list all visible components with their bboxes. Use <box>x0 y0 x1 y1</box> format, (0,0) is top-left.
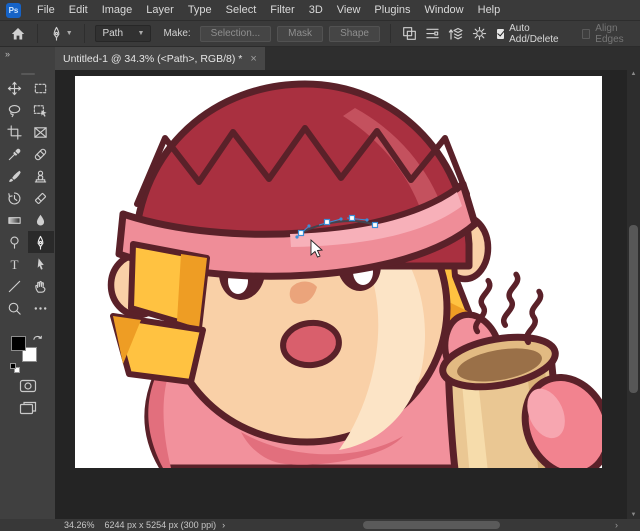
color-swatches <box>10 329 46 373</box>
gear-icon[interactable] <box>468 26 491 41</box>
align-edges-checkbox[interactable]: Align Edges <box>582 23 634 45</box>
tool-mode-select[interactable]: Path ▼ <box>95 25 151 42</box>
chevron-down-icon: ▼ <box>66 30 73 37</box>
checkbox-checked-icon <box>497 29 504 39</box>
foreground-color-swatch[interactable] <box>11 336 26 351</box>
menu-file[interactable]: File <box>30 0 62 20</box>
path-arrangement-icon[interactable] <box>444 26 468 42</box>
history-brush-tool[interactable] <box>2 187 28 209</box>
zoom-level-field[interactable]: 34.26% <box>64 520 95 530</box>
gradient-tool[interactable] <box>2 209 28 231</box>
screen-mode-button[interactable] <box>15 399 41 417</box>
panel-grip[interactable] <box>21 73 35 75</box>
path-selection-tool[interactable] <box>28 253 54 275</box>
object-selection-tool[interactable] <box>28 99 54 121</box>
edit-toolbar-button[interactable] <box>28 297 54 319</box>
menu-filter[interactable]: Filter <box>263 0 301 20</box>
make-label: Make: <box>163 28 190 39</box>
quick-mask-button[interactable] <box>15 377 41 395</box>
move-tool[interactable] <box>2 77 28 99</box>
path-operations-icon[interactable] <box>398 26 421 41</box>
dodge-tool[interactable] <box>2 231 28 253</box>
status-chevron-icon[interactable]: › <box>222 520 225 530</box>
menu-layer[interactable]: Layer <box>139 0 181 20</box>
menu-3d[interactable]: 3D <box>302 0 330 20</box>
tools-panel-header[interactable]: » <box>0 47 55 70</box>
spot-healing-brush-tool[interactable] <box>28 143 54 165</box>
document-info: 6244 px x 5254 px (300 ppi) <box>105 520 217 530</box>
menu-bar: Ps File Edit Image Layer Type Select Fil… <box>0 0 640 20</box>
vertical-scrollbar-thumb[interactable] <box>629 225 638 393</box>
checkbox-unchecked-icon <box>582 29 590 39</box>
path-alignment-icon[interactable] <box>421 26 444 41</box>
rectangular-marquee-tool[interactable] <box>28 77 54 99</box>
eraser-tool[interactable] <box>28 187 54 209</box>
tool-options-bar: ▼ Path ▼ Make: Selection... Mask Shape A… <box>0 20 640 47</box>
chevron-down-icon: ▼ <box>138 30 145 37</box>
tools-panel: T <box>0 70 55 519</box>
type-tool[interactable]: T <box>2 253 28 275</box>
scroll-down-icon[interactable]: ▼ <box>627 512 640 518</box>
auto-add-delete-label: Auto Add/Delete <box>509 23 562 45</box>
zoom-tool[interactable] <box>2 297 28 319</box>
document-tab-title: Untitled-1 @ 34.3% (<Path>, RGB/8) * <box>63 53 242 65</box>
menu-window[interactable]: Window <box>418 0 471 20</box>
crop-tool[interactable] <box>2 121 28 143</box>
make-selection-button[interactable]: Selection... <box>200 26 271 42</box>
svg-text:T: T <box>10 257 18 272</box>
menu-select[interactable]: Select <box>219 0 264 20</box>
photoshop-logo[interactable]: Ps <box>6 3 21 18</box>
document-tab[interactable]: Untitled-1 @ 34.3% (<Path>, RGB/8) * × <box>55 47 265 70</box>
menu-image[interactable]: Image <box>95 0 140 20</box>
make-shape-button[interactable]: Shape <box>329 26 380 42</box>
brush-tool[interactable] <box>2 165 28 187</box>
align-edges-label: Align Edges <box>595 23 634 45</box>
eyedropper-tool[interactable] <box>2 143 28 165</box>
scroll-up-icon[interactable]: ▲ <box>627 71 640 77</box>
workspace: T <box>0 70 640 519</box>
pen-tool-preset-icon[interactable]: ▼ <box>45 26 77 41</box>
swap-colors-icon[interactable] <box>32 329 43 347</box>
vertical-scrollbar[interactable]: ▲ ▼ <box>627 70 640 519</box>
pen-tool[interactable] <box>28 231 54 253</box>
horizontal-scrollbar-thumb[interactable] <box>363 521 500 529</box>
clone-stamp-tool[interactable] <box>28 165 54 187</box>
collapse-panel-icon[interactable]: » <box>5 49 10 59</box>
canvas-pasteboard: ▲ ▼ <box>55 70 640 519</box>
menu-plugins[interactable]: Plugins <box>367 0 417 20</box>
corner-chevron-icon[interactable]: › <box>615 519 618 531</box>
menu-help[interactable]: Help <box>471 0 508 20</box>
line-tool[interactable] <box>2 275 28 297</box>
home-icon[interactable] <box>6 26 30 42</box>
auto-add-delete-checkbox[interactable]: Auto Add/Delete <box>497 23 563 45</box>
lasso-tool[interactable] <box>2 99 28 121</box>
hand-tool[interactable] <box>28 275 54 297</box>
document-canvas[interactable] <box>75 76 602 468</box>
document-tab-bar: » Untitled-1 @ 34.3% (<Path>, RGB/8) * × <box>0 47 640 70</box>
make-mask-button[interactable]: Mask <box>277 26 323 42</box>
menu-view[interactable]: View <box>330 0 368 20</box>
blur-tool[interactable] <box>28 209 54 231</box>
artwork-chibi-girl <box>75 76 602 468</box>
default-colors-icon[interactable] <box>10 363 20 373</box>
menu-edit[interactable]: Edit <box>62 0 95 20</box>
menu-type[interactable]: Type <box>181 0 219 20</box>
close-tab-icon[interactable]: × <box>250 53 256 65</box>
frame-tool[interactable] <box>28 121 54 143</box>
status-bar: 34.26% 6244 px x 5254 px (300 ppi) › <box>0 519 640 531</box>
